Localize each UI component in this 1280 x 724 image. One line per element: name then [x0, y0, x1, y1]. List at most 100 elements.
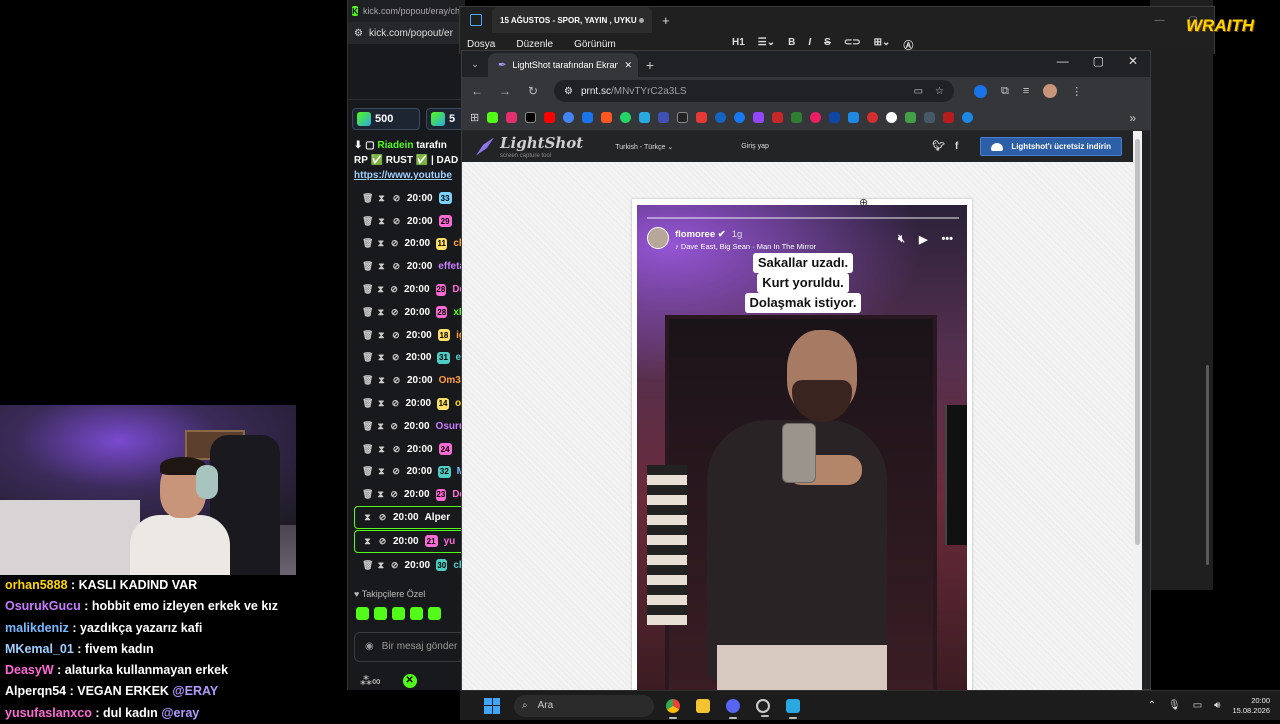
- chat-username[interactable]: yu: [444, 536, 456, 547]
- ban-icon[interactable]: ⊘: [391, 307, 399, 318]
- kick-chat-row[interactable]: 🗑︎ ⧗ ⊘ 20:00 effeta: [348, 255, 465, 278]
- timeout-icon[interactable]: ⧗: [377, 193, 386, 204]
- bookmark-reddit-icon[interactable]: [601, 112, 613, 123]
- timeout-icon[interactable]: ⧗: [377, 330, 386, 341]
- kick-chat-row[interactable]: ⧗ ⊘ 20:00 Alper: [354, 506, 465, 529]
- timeout-icon[interactable]: ⧗: [377, 444, 386, 455]
- settings-icon[interactable]: ⁂∞: [360, 674, 381, 688]
- pinned-author[interactable]: Riadein: [377, 140, 413, 151]
- timeout-icon[interactable]: ⧗: [377, 284, 384, 295]
- close-tab-icon[interactable]: ✕: [624, 60, 632, 71]
- ban-icon[interactable]: ⊘: [392, 444, 401, 455]
- timeout-icon[interactable]: ⧗: [363, 512, 372, 523]
- cast-icon[interactable]: ▭: [914, 86, 923, 97]
- close-window-icon[interactable]: ✕: [1128, 54, 1138, 68]
- microphone-icon[interactable]: 🎙︎: [1168, 700, 1181, 711]
- delete-icon[interactable]: 🗑︎: [362, 307, 373, 318]
- forward-icon[interactable]: →: [498, 84, 512, 98]
- timeout-icon[interactable]: ⧗: [363, 536, 372, 547]
- kick-chat-row[interactable]: 🗑︎ ⧗ ⊘ 20:00 14 or: [348, 392, 465, 415]
- bookmark-google-icon[interactable]: [563, 112, 575, 123]
- ban-icon[interactable]: ⊘: [390, 489, 398, 500]
- timeout-icon[interactable]: ⧗: [377, 421, 384, 432]
- login-link[interactable]: Giriş yap: [741, 143, 769, 150]
- discord-icon[interactable]: [726, 698, 740, 719]
- bookmark-app3-icon[interactable]: [848, 112, 860, 123]
- ban-icon[interactable]: ⊘: [390, 284, 398, 295]
- bookmark-stats-icon[interactable]: [943, 112, 955, 123]
- emote-4[interactable]: [410, 606, 423, 620]
- bookmark-kick-icon[interactable]: [487, 112, 499, 123]
- delete-icon[interactable]: 🗑︎: [362, 421, 373, 432]
- timeout-icon[interactable]: ⧗: [377, 216, 386, 227]
- timeout-icon[interactable]: ⧗: [377, 352, 385, 363]
- kick-chat-row[interactable]: 🗑︎ ⧗ ⊘ 20:00 11 ch: [348, 233, 465, 256]
- timeout-icon[interactable]: ⧗: [377, 375, 386, 386]
- ban-icon[interactable]: ⊘: [378, 536, 387, 547]
- menu-view[interactable]: Görünüm: [574, 39, 616, 50]
- bookmark-app2-icon[interactable]: [829, 112, 841, 123]
- kick-chat-row[interactable]: 🗑︎ ⧗ ⊘ 20:00 Om3r: [348, 369, 465, 392]
- network-icon[interactable]: ▭: [1193, 700, 1202, 711]
- bookmark-facebook-icon[interactable]: [734, 112, 746, 123]
- ban-icon[interactable]: ⊘: [392, 466, 401, 477]
- timeout-icon[interactable]: ⧗: [377, 238, 385, 249]
- timeout-icon[interactable]: ⧗: [377, 398, 385, 409]
- chat-username[interactable]: Alper: [425, 512, 451, 523]
- delete-icon[interactable]: 🗑︎: [362, 193, 373, 204]
- bookmark-app6-icon[interactable]: [924, 112, 936, 123]
- kick-popout-window[interactable]: K kick.com/popout/eray/cha ⚙ kick.com/po…: [347, 0, 494, 690]
- screenshot-image-card[interactable]: flomoree ✔ 1g ♪ Dave East, Big Sean · Man…: [632, 199, 972, 691]
- ban-icon[interactable]: ⊘: [392, 330, 401, 341]
- kick-chat-row[interactable]: 🗑︎ ⧗ ⊘ 20:00 29: [348, 210, 465, 233]
- emote-1[interactable]: [356, 606, 369, 620]
- kick-chat-row[interactable]: 🗑︎ ⧗ ⊘ 20:00 28 xF: [348, 301, 465, 324]
- chrome-taskbar-icon[interactable]: [666, 698, 680, 719]
- bookmark-music-icon[interactable]: [810, 112, 822, 123]
- lightshot-logo[interactable]: LightShot screen capture tool: [476, 135, 583, 159]
- ban-icon[interactable]: ⊘: [391, 238, 399, 249]
- bookmark-app-icon[interactable]: [715, 112, 727, 123]
- new-note-tab-button[interactable]: +: [662, 13, 670, 28]
- ban-icon[interactable]: ⊘: [392, 261, 401, 272]
- apps-grid-icon[interactable]: ⊞: [470, 111, 479, 124]
- bookmark-docs-icon[interactable]: [658, 112, 670, 123]
- timeout-icon[interactable]: ⧗: [377, 489, 384, 500]
- taskbar-search[interactable]: ⌕ Ara: [514, 694, 654, 717]
- chat-message-input[interactable]: ◉ Bir mesaj gönder: [354, 631, 465, 662]
- page-scrollbar-thumb[interactable]: [1135, 139, 1140, 545]
- delete-icon[interactable]: 🗑︎: [362, 261, 373, 272]
- twitter-icon[interactable]: 🐦︎: [932, 141, 945, 152]
- ban-icon[interactable]: ⊘: [391, 398, 400, 409]
- bookmark-weather-icon[interactable]: [639, 112, 651, 123]
- delete-icon[interactable]: 🗑︎: [362, 284, 373, 295]
- delete-icon[interactable]: 🗑︎: [362, 216, 373, 227]
- kick-chat-row[interactable]: 🗑︎ ⧗ ⊘ 20:00 23 De: [348, 483, 465, 506]
- delete-icon[interactable]: 🗑︎: [362, 238, 373, 249]
- bookmark-app5-icon[interactable]: [886, 112, 898, 123]
- kick-points-icon[interactable]: ✕: [402, 673, 417, 688]
- back-icon[interactable]: ←: [470, 84, 484, 98]
- tray-overflow-icon[interactable]: ⌃: [1148, 700, 1156, 711]
- kick-chat-row[interactable]: 🗑︎⧗⊘20:0018ig: [348, 324, 465, 347]
- address-bar[interactable]: ⚙ prnt.sc/MNvTYrC2a3LS ▭ ☆: [554, 80, 954, 102]
- profile-avatar[interactable]: [1043, 84, 1058, 98]
- bookmark-instagram-icon[interactable]: [506, 112, 518, 123]
- menu-edit[interactable]: Düzenle: [516, 39, 553, 50]
- bookmark-twitch-icon[interactable]: [753, 112, 765, 123]
- file-explorer-icon[interactable]: [696, 698, 710, 713]
- bookmark-app7-icon[interactable]: [962, 112, 974, 123]
- new-tab-button[interactable]: +: [638, 53, 662, 77]
- delete-icon[interactable]: 🗑︎: [362, 398, 373, 409]
- menu-file[interactable]: Dosya: [467, 39, 495, 50]
- pinned-link[interactable]: https://www.youtube: [354, 168, 461, 183]
- delete-icon[interactable]: 🗑︎: [362, 560, 373, 571]
- ban-icon[interactable]: ⊘: [390, 421, 398, 432]
- minimize-icon[interactable]: —: [1057, 54, 1069, 68]
- delete-icon[interactable]: 🗑︎: [362, 375, 373, 386]
- delete-icon[interactable]: 🗑︎: [362, 489, 373, 500]
- background-scrollbar[interactable]: [1206, 365, 1209, 565]
- bookmarks-overflow-icon[interactable]: »: [1129, 111, 1136, 125]
- kick-chat-row[interactable]: 🗑︎ ⧗ ⊘ 20:00 24: [348, 438, 465, 461]
- bookmark-translate-icon[interactable]: [582, 112, 594, 123]
